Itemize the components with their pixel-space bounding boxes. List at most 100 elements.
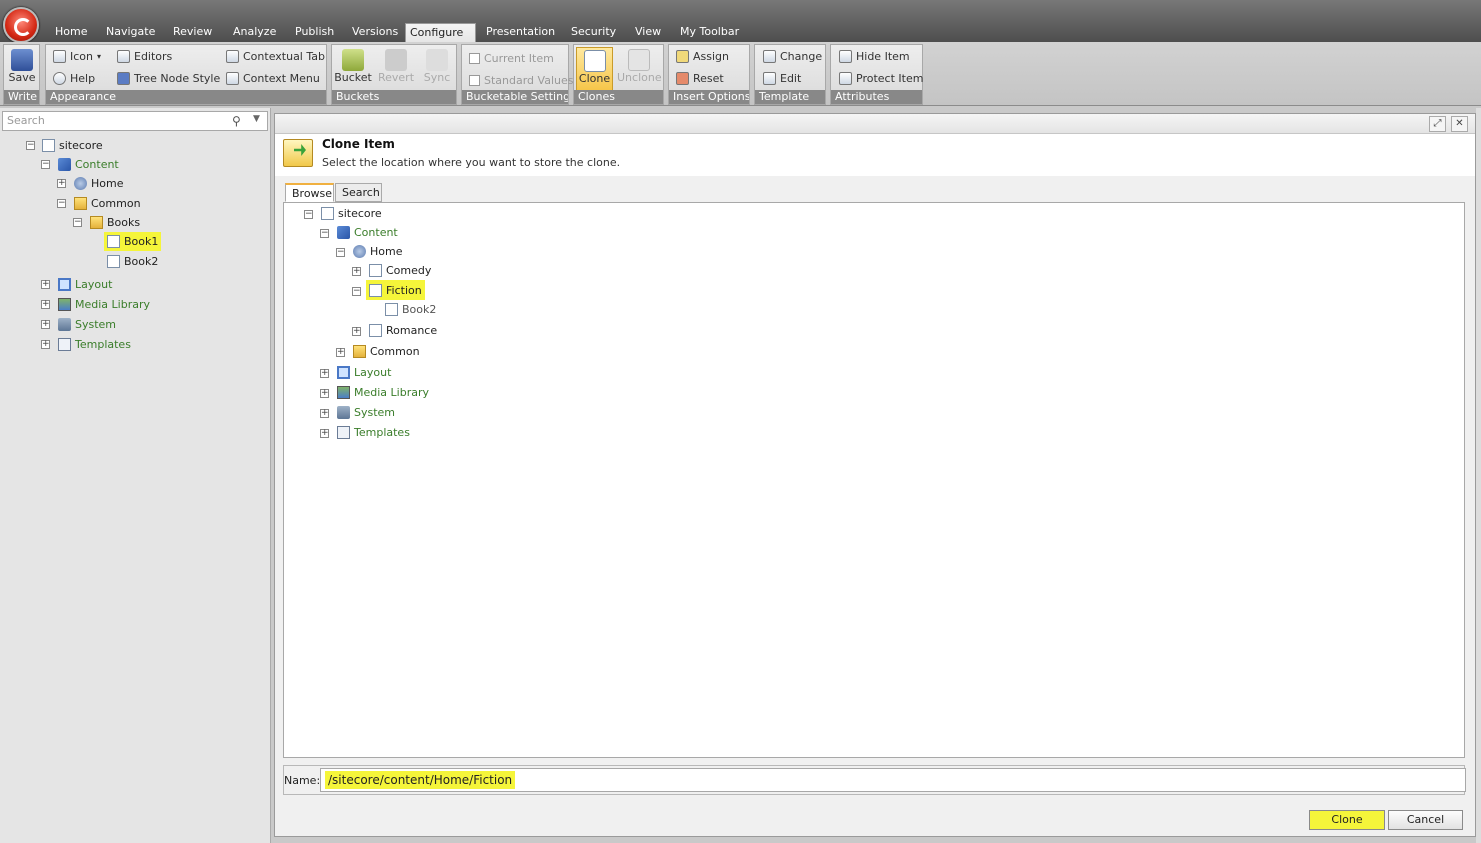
expand-icon[interactable]: + <box>352 267 361 276</box>
hide-item-button[interactable]: Hide Item <box>839 50 910 63</box>
close-icon[interactable]: ✕ <box>1451 116 1468 132</box>
revert-button[interactable]: Revert <box>377 47 415 91</box>
tree-node-media-library[interactable]: Media Library <box>58 296 150 312</box>
expand-icon[interactable]: + <box>336 348 345 357</box>
group-label: Attributes <box>831 90 922 104</box>
clone-button[interactable]: Clone <box>1309 810 1385 830</box>
tree-node-home[interactable]: Home <box>74 175 123 191</box>
contextual-tab-button[interactable]: Contextual Tab <box>226 50 325 63</box>
tree-node-sitecore[interactable]: sitecore <box>321 205 382 221</box>
tab-publish[interactable]: Publish <box>291 23 338 42</box>
maximize-icon[interactable]: ⤢ <box>1429 116 1446 132</box>
tab-home[interactable]: Home <box>51 23 91 42</box>
group-label: Template <box>755 90 825 104</box>
collapse-icon[interactable]: − <box>57 199 66 208</box>
bucket-button[interactable]: Bucket <box>334 47 372 91</box>
tab-configure[interactable]: Configure <box>405 23 476 42</box>
search-icon[interactable]: ⚲ <box>232 114 241 128</box>
tree-node-content[interactable]: Content <box>58 156 119 172</box>
scrollbar[interactable] <box>1476 108 1481 843</box>
tree-node-book1[interactable]: Book1 <box>104 232 162 251</box>
expand-icon[interactable]: + <box>320 429 329 438</box>
tab-presentation[interactable]: Presentation <box>482 23 559 42</box>
expand-icon[interactable]: + <box>41 300 50 309</box>
document-icon <box>107 254 120 268</box>
current-item-checkbox[interactable]: Current Item <box>469 52 554 65</box>
cancel-button[interactable]: Cancel <box>1388 810 1463 830</box>
clone-item-icon <box>283 139 313 167</box>
sync-button[interactable]: Sync <box>420 47 454 91</box>
protect-item-button[interactable]: Protect Item <box>839 72 923 85</box>
tree-node-system[interactable]: System <box>58 316 116 332</box>
search-input[interactable]: Search <box>2 111 268 131</box>
tab-my-toolbar[interactable]: My Toolbar <box>676 23 743 42</box>
reset-button[interactable]: Reset <box>676 72 724 85</box>
expand-icon[interactable]: + <box>320 389 329 398</box>
expand-icon[interactable]: + <box>352 327 361 336</box>
tab-analyze[interactable]: Analyze <box>229 23 280 42</box>
tree-node-book2[interactable]: Book2 <box>107 253 158 269</box>
tab-versions[interactable]: Versions <box>348 23 402 42</box>
collapse-icon[interactable]: − <box>73 218 82 227</box>
tree-node-fiction[interactable]: Fiction <box>366 280 425 300</box>
expand-icon[interactable]: + <box>41 320 50 329</box>
tree-node-style-button[interactable]: Tree Node Style <box>117 72 220 85</box>
tree-node-media-library[interactable]: Media Library <box>337 384 429 400</box>
tab-review[interactable]: Review <box>169 23 216 42</box>
assign-button[interactable]: Assign <box>676 50 729 63</box>
tree-node-templates[interactable]: Templates <box>58 336 131 352</box>
name-input[interactable]: /sitecore/content/Home/Fiction <box>320 768 1466 792</box>
collapse-icon[interactable]: − <box>320 229 329 238</box>
dialog-subtitle: Select the location where you want to st… <box>322 156 621 169</box>
collapse-icon[interactable]: − <box>336 248 345 257</box>
tree-node-sitecore[interactable]: sitecore <box>42 137 103 153</box>
tree-node-system[interactable]: System <box>337 404 395 420</box>
tree-node-layout[interactable]: Layout <box>58 276 112 292</box>
tree-node-content[interactable]: Content <box>337 224 398 240</box>
save-button[interactable]: Save <box>3 47 41 91</box>
edit-template-icon <box>763 72 776 85</box>
change-template-button[interactable]: Change <box>763 50 822 63</box>
chevron-down-icon[interactable]: ▼ <box>253 114 260 124</box>
tab-security[interactable]: Security <box>567 23 620 42</box>
tab-search[interactable]: Search <box>335 183 382 202</box>
standard-values-checkbox[interactable]: Standard Values <box>469 74 573 87</box>
tree-node-common[interactable]: Common <box>74 195 141 211</box>
expand-icon[interactable]: + <box>41 340 50 349</box>
templates-icon <box>337 425 350 439</box>
tree-node-layout[interactable]: Layout <box>337 364 391 380</box>
collapse-icon[interactable]: − <box>41 160 50 169</box>
expand-icon[interactable]: + <box>57 179 66 188</box>
edit-template-button[interactable]: Edit <box>763 72 801 85</box>
tree-node-book2[interactable]: Book2 <box>385 301 436 317</box>
editors-button[interactable]: Editors <box>117 50 172 63</box>
tree-node-books[interactable]: Books <box>90 214 140 230</box>
document-icon <box>369 263 382 277</box>
dialog-title: Clone Item <box>322 137 395 151</box>
group-label: Bucketable Settings <box>462 90 568 104</box>
help-button[interactable]: Help <box>53 72 95 85</box>
tab-navigate[interactable]: Navigate <box>102 23 159 42</box>
system-icon <box>58 317 71 331</box>
help-icon <box>53 72 66 85</box>
collapse-icon[interactable]: − <box>352 287 361 296</box>
tree-node-comedy[interactable]: Comedy <box>369 262 431 278</box>
collapse-icon[interactable]: − <box>26 141 35 150</box>
expand-icon[interactable]: + <box>41 280 50 289</box>
tree-node-common[interactable]: Common <box>353 343 420 359</box>
sitecore-logo-icon[interactable] <box>3 7 39 43</box>
collapse-icon[interactable]: − <box>304 210 313 219</box>
tree-node-romance[interactable]: Romance <box>369 322 437 338</box>
protect-item-icon <box>839 72 852 85</box>
clone-ribbon-button[interactable]: Clone <box>576 47 613 91</box>
tree-node-home[interactable]: Home <box>353 243 402 259</box>
unclone-button[interactable]: Unclone <box>617 47 662 91</box>
expand-icon[interactable]: + <box>320 369 329 378</box>
tab-browse[interactable]: Browse <box>285 183 334 202</box>
tab-view[interactable]: View <box>631 23 665 42</box>
icon-button[interactable]: Icon ▾ <box>53 50 101 63</box>
home-icon <box>353 244 366 258</box>
context-menu-button[interactable]: Context Menu <box>226 72 320 85</box>
expand-icon[interactable]: + <box>320 409 329 418</box>
tree-node-templates[interactable]: Templates <box>337 424 410 440</box>
